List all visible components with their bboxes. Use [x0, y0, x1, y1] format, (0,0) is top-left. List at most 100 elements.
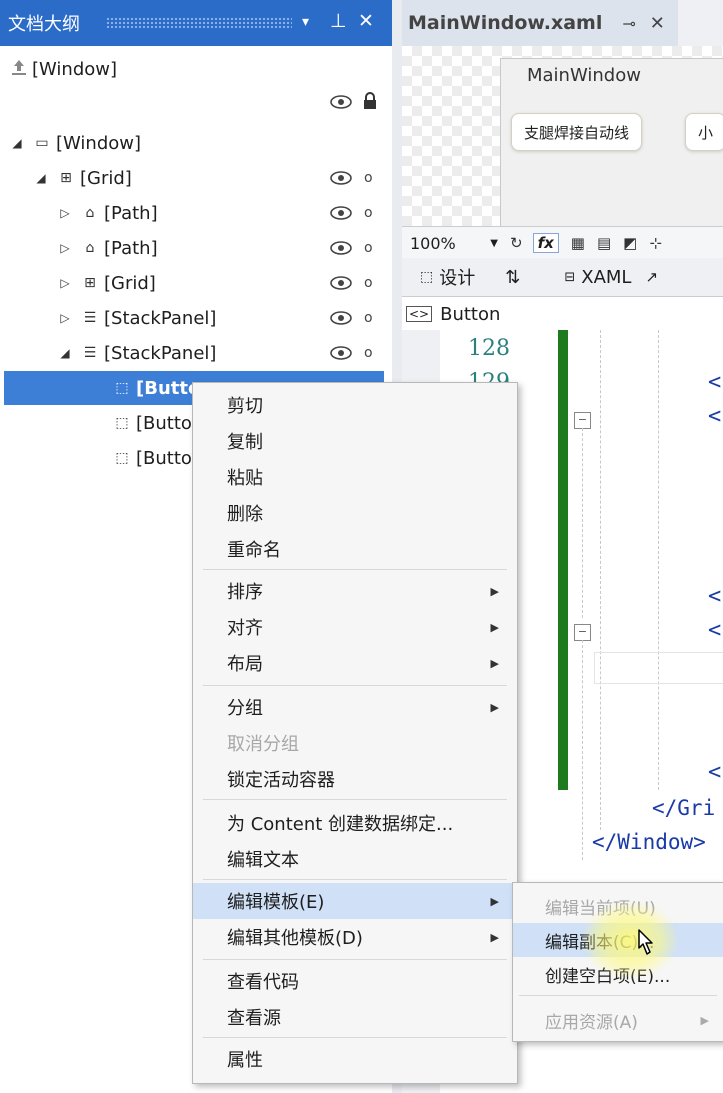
tab-design[interactable]: 设计 — [439, 264, 475, 290]
collapse-icon[interactable]: − — [574, 412, 591, 429]
eye-icon[interactable] — [330, 170, 352, 189]
button-icon: ⬚ — [115, 380, 129, 396]
refresh-icon[interactable]: ↻ — [510, 234, 523, 252]
lock-icon[interactable] — [362, 92, 378, 114]
expand-toggle-icon[interactable]: ▷ — [58, 206, 72, 220]
menu-separator — [203, 879, 507, 880]
tree-item-label: [Grid] — [80, 167, 132, 189]
tab-xaml[interactable]: XAML — [581, 267, 631, 288]
snap-lines-icon[interactable]: ⊹ — [649, 234, 662, 252]
expand-toggle-icon[interactable]: ▷ — [58, 311, 72, 325]
menu-item-edit-other-templates[interactable]: 编辑其他模板(D) ▶ — [193, 919, 517, 955]
tree-item-path[interactable]: ▷ ⌂ [Path] — [58, 196, 318, 230]
preview-button[interactable]: 小 — [685, 113, 723, 151]
swap-panes-icon[interactable]: ⇅ — [505, 267, 520, 288]
zoom-select[interactable]: 100% ▼ — [410, 234, 498, 253]
tab-mainwindow-xaml[interactable]: MainWindow.xaml ⊸ ✕ — [402, 0, 678, 46]
menu-item-copy[interactable]: 复制 — [193, 423, 517, 459]
eye-icon[interactable] — [330, 94, 352, 113]
menu-item-edit-template[interactable]: 编辑模板(E) ▶ — [193, 883, 517, 919]
menu-item-pin-active-container[interactable]: 锁定活动容器 — [193, 761, 517, 797]
grid-toggle-icon[interactable]: ▦ — [571, 234, 585, 252]
window-preview[interactable]: MainWindow 支腿焊接自动线 小 — [500, 58, 723, 230]
cursor-highlight — [580, 900, 680, 980]
menu-item-create-binding[interactable]: 为 Content 创建数据绑定... — [193, 805, 517, 841]
menu-item-rename[interactable]: 重命名 — [193, 531, 517, 567]
lock-toggle-icon[interactable]: o — [364, 240, 373, 256]
panel-drag-grip[interactable] — [106, 17, 292, 29]
tree-item-label: [Grid] — [104, 272, 156, 294]
lock-toggle-icon[interactable]: o — [364, 205, 373, 221]
submenu-arrow-icon: ▶ — [700, 1013, 709, 1027]
lock-toggle-icon[interactable]: o — [364, 310, 373, 326]
pin-icon[interactable]: ⊸ — [622, 14, 635, 33]
code-tag-open: < — [708, 584, 722, 609]
change-marker — [558, 330, 568, 790]
lock-toggle-icon[interactable]: o — [364, 275, 373, 291]
expand-toggle-icon[interactable]: ◢ — [34, 171, 48, 185]
code-tag-open: < — [708, 618, 722, 643]
menu-item-group[interactable]: 分组 ▶ — [193, 689, 517, 725]
submenu-arrow-icon: ▶ — [490, 656, 499, 670]
menu-item-order[interactable]: 排序 ▶ — [193, 573, 517, 609]
indent-guide — [658, 330, 659, 790]
button-icon: ⬚ — [115, 450, 129, 466]
tree-item-stackpanel[interactable]: ▷ ☰ [StackPanel] — [58, 301, 318, 335]
eye-icon[interactable] — [330, 310, 352, 329]
lock-toggle-icon[interactable]: o — [364, 345, 373, 361]
grid-icon: ⊞ — [84, 275, 96, 291]
tree-item-label: [StackPanel] — [104, 342, 217, 364]
expand-toggle-icon[interactable]: ◢ — [58, 346, 72, 360]
preview-button[interactable]: 支腿焊接自动线 — [511, 113, 643, 151]
path-icon: ⌂ — [85, 205, 95, 221]
tree-item-window[interactable]: ◢ ▭ [Window] — [10, 126, 390, 160]
menu-item-view-source[interactable]: 查看源 — [193, 999, 517, 1035]
submenu-arrow-icon: ▶ — [490, 584, 499, 598]
eye-icon[interactable] — [330, 205, 352, 224]
menu-separator — [203, 959, 507, 960]
context-menu: 剪切 复制 粘贴 删除 重命名 排序 ▶ 对齐 ▶ 布局 ▶ 分组 ▶ 取消分组 锁定活… — [192, 382, 518, 1084]
tree-item-label: [Butto — [136, 447, 192, 469]
eye-icon[interactable] — [330, 240, 352, 259]
eye-icon[interactable] — [330, 275, 352, 294]
popout-icon[interactable]: ↗ — [645, 268, 658, 286]
tree-item-path[interactable]: ▷ ⌂ [Path] — [58, 231, 318, 265]
menu-item-paste[interactable]: 粘贴 — [193, 459, 517, 495]
menu-item-view-code[interactable]: 查看代码 — [193, 963, 517, 999]
fold-line — [582, 640, 583, 860]
lock-toggle-icon[interactable]: o — [364, 170, 373, 186]
button-icon: ⬚ — [115, 415, 129, 431]
path-icon: ⌂ — [85, 240, 95, 256]
eye-icon[interactable] — [330, 345, 352, 364]
design-canvas[interactable]: MainWindow 支腿焊接自动线 小 — [402, 46, 723, 230]
menu-item-align[interactable]: 对齐 ▶ — [193, 609, 517, 645]
breadcrumb[interactable]: <> Button — [402, 296, 723, 332]
close-icon[interactable]: ✕ — [650, 13, 665, 34]
tree-item-button[interactable]: ⬚ [Butto — [104, 406, 194, 440]
dropdown-arrow-icon[interactable]: ▾ — [302, 14, 309, 30]
menu-item-cut[interactable]: 剪切 — [193, 387, 517, 423]
tree-item-stackpanel[interactable]: ◢ ☰ [StackPanel] — [58, 336, 318, 370]
outline-header: 文档大纲 ▾ ⊥ ✕ — [0, 0, 392, 46]
outline-scope-up[interactable]: [Window] — [10, 52, 117, 86]
menu-item-ungroup: 取消分组 — [227, 734, 299, 755]
pin-icon[interactable]: ⊥ — [330, 10, 347, 32]
expand-toggle-icon[interactable]: ◢ — [10, 136, 24, 150]
menu-item-delete[interactable]: 删除 — [193, 495, 517, 531]
close-icon[interactable]: ✕ — [358, 10, 374, 32]
tree-item-label: [Butto — [136, 412, 192, 434]
xaml-icon: ⊟ — [564, 269, 576, 285]
menu-item-properties[interactable]: 属性 — [193, 1041, 517, 1077]
expand-toggle-icon[interactable]: ▷ — [58, 241, 72, 255]
menu-item-edit-text[interactable]: 编辑文本 — [193, 841, 517, 877]
effects-button[interactable]: fx — [532, 233, 559, 253]
tree-item-grid[interactable]: ▷ ⊞ [Grid] — [58, 266, 318, 300]
tree-item-button[interactable]: ⬚ [Butto — [104, 441, 194, 475]
snap-grid-icon[interactable]: ▤ — [597, 234, 611, 252]
tree-item-label: [Path] — [104, 237, 158, 259]
artboard-background-icon[interactable]: ◩ — [623, 234, 637, 252]
collapse-icon[interactable]: − — [574, 624, 591, 641]
expand-toggle-icon[interactable]: ▷ — [58, 276, 72, 290]
menu-item-layout[interactable]: 布局 ▶ — [193, 645, 517, 681]
fold-line — [582, 428, 583, 618]
